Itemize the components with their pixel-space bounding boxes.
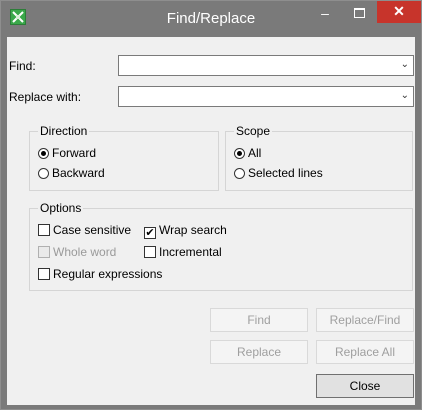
checkbox-regular-expressions-box[interactable] — [38, 268, 50, 280]
scope-title: Scope — [234, 124, 273, 138]
replace-find-button[interactable]: Replace/Find — [316, 308, 414, 332]
radio-all-label: All — [248, 146, 262, 160]
radio-backward-label: Backward — [52, 166, 105, 180]
radio-forward[interactable]: Forward — [38, 146, 96, 160]
options-title: Options — [38, 201, 84, 215]
radio-selected-lines[interactable]: Selected lines — [234, 166, 323, 180]
checkbox-whole-word: Whole word — [38, 245, 116, 259]
checkbox-wrap-search[interactable]: ✔ Wrap search — [144, 223, 227, 239]
find-combo[interactable]: ⌄ — [118, 55, 414, 76]
close-icon: ✕ — [393, 3, 405, 19]
radio-selected-lines-indicator[interactable] — [234, 168, 245, 179]
close-window-button[interactable]: ✕ — [377, 1, 421, 23]
replace-all-button[interactable]: Replace All — [316, 340, 414, 364]
close-button[interactable]: Close — [316, 374, 414, 398]
scope-group: Scope All Selected lines — [225, 124, 413, 191]
replace-combo[interactable]: ⌄ — [118, 86, 414, 107]
minimize-icon: – — [321, 5, 329, 21]
replace-button[interactable]: Replace — [210, 340, 308, 364]
checkbox-incremental[interactable]: Incremental — [144, 245, 222, 259]
checkbox-case-sensitive[interactable]: Case sensitive — [38, 223, 131, 237]
find-button[interactable]: Find — [210, 308, 308, 332]
checkbox-case-sensitive-box[interactable] — [38, 224, 50, 236]
checkbox-incremental-label: Incremental — [159, 245, 222, 259]
find-replace-dialog: Find/Replace – ✕ Find: ⌄ Replace with: ⌄… — [0, 0, 422, 410]
radio-backward-indicator[interactable] — [38, 168, 49, 179]
checkbox-wrap-search-label: Wrap search — [159, 223, 227, 237]
maximize-button[interactable] — [345, 2, 373, 26]
checkbox-whole-word-label: Whole word — [53, 245, 117, 259]
radio-forward-indicator[interactable] — [38, 148, 49, 159]
radio-selected-lines-label: Selected lines — [248, 166, 323, 180]
maximize-icon — [353, 8, 365, 18]
chevron-down-icon[interactable]: ⌄ — [401, 90, 409, 101]
checkbox-regular-expressions[interactable]: Regular expressions — [38, 267, 162, 281]
dialog-body: Find: ⌄ Replace with: ⌄ Direction Forwar… — [7, 37, 415, 405]
checkbox-incremental-box[interactable] — [144, 246, 156, 258]
direction-group: Direction Forward Backward — [29, 124, 219, 191]
checkbox-wrap-search-box[interactable]: ✔ — [144, 227, 156, 239]
checkbox-case-sensitive-label: Case sensitive — [53, 223, 132, 237]
radio-backward[interactable]: Backward — [38, 166, 105, 180]
replace-label: Replace with: — [9, 90, 82, 104]
checkbox-whole-word-box — [38, 246, 50, 258]
radio-all-indicator[interactable] — [234, 148, 245, 159]
find-label: Find: — [9, 59, 36, 73]
checkmark-icon: ✔ — [145, 227, 155, 239]
radio-forward-label: Forward — [52, 146, 97, 160]
chevron-down-icon[interactable]: ⌄ — [401, 59, 409, 70]
minimize-button[interactable]: – — [311, 2, 339, 26]
checkbox-regular-expressions-label: Regular expressions — [53, 267, 163, 281]
direction-title: Direction — [38, 124, 90, 138]
title-bar[interactable]: Find/Replace – ✕ — [1, 1, 421, 37]
radio-all[interactable]: All — [234, 146, 261, 160]
options-group: Options Case sensitive ✔ Wrap search Whol… — [29, 201, 413, 291]
